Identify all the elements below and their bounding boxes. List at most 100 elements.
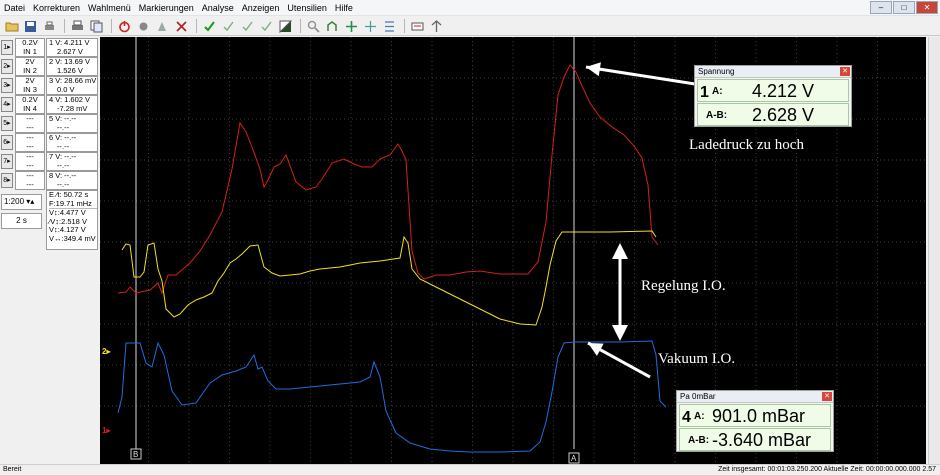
menu-datei[interactable]: Datei — [4, 3, 25, 13]
channel-4-range[interactable]: 0.2V IN 4 — [15, 95, 45, 114]
record-icon[interactable] — [135, 19, 152, 34]
scope-app-window: Datei Korrekturen Wahlmenü Markierungen … — [0, 0, 940, 475]
channel-4-b-value: -7.28 mV — [57, 103, 88, 113]
channel-5-readout: 5 V: --.-- --.-- — [46, 114, 98, 133]
channel-4-input-label: IN 4 — [23, 103, 37, 113]
annotation-arrow-boost-head — [586, 62, 601, 77]
timebase-div-field[interactable]: 2 s — [1, 213, 42, 229]
voltage-a-value: 4.212 V — [752, 81, 815, 101]
voltage-a-label: A: — [712, 86, 723, 97]
arrow-icon[interactable] — [324, 19, 341, 34]
channel-3-b-value: 0.0 V — [57, 84, 75, 94]
toolbar — [0, 17, 940, 36]
print-icon[interactable] — [69, 19, 86, 34]
bracket-icon[interactable] — [362, 19, 379, 34]
spinner-icon: ▾▴ — [26, 197, 35, 206]
pressure-a-value: 901.0 mBar — [712, 406, 806, 426]
channel-2-button[interactable]: 2▸ — [1, 59, 13, 74]
toolbar-separator — [111, 19, 112, 33]
copy-icon[interactable] — [88, 19, 105, 34]
channel-7-b-value: --.-- — [57, 160, 70, 170]
toolbar-separator — [64, 19, 65, 33]
scale-icon[interactable] — [154, 19, 171, 34]
menu-markierungen[interactable]: Markierungen — [139, 3, 194, 13]
pressure-a-label: A: — [694, 411, 705, 422]
channel-4-button[interactable]: 4▸ — [1, 97, 13, 112]
colour-icon[interactable] — [258, 19, 275, 34]
voltage-window-title-bar[interactable]: Spannung ✕ — [695, 66, 851, 78]
annotation-regulation-ok: Regelung I.O. — [641, 278, 726, 294]
channel-1-range[interactable]: 0.2V IN 1 — [15, 38, 45, 57]
voltage-a-row: 1 A: 4.212 V — [697, 79, 849, 102]
menu-analyse[interactable]: Analyse — [202, 3, 234, 13]
toolbar-separator — [404, 19, 405, 33]
cursor-info-box: E ⁄t: 50.72 s F:19.71 mHz V↕:4.477 V ⁄V↕… — [46, 190, 98, 250]
channel-1-readout: 1 V: 4.211 V 2.627 V — [46, 38, 98, 57]
channel-8-readout: 8 V: --.-- --.-- — [46, 171, 98, 190]
channel-5-button[interactable]: 5▸ — [1, 116, 13, 131]
channel-3-range[interactable]: 2V IN 3 — [15, 76, 45, 95]
channel-8-range[interactable]: --- --- — [15, 171, 45, 190]
close-button[interactable]: ✕ — [916, 1, 938, 14]
measure-icon[interactable] — [220, 19, 237, 34]
channel-5-range[interactable]: --- --- — [15, 114, 45, 133]
save-icon[interactable] — [22, 19, 39, 34]
pin-icon[interactable] — [428, 19, 445, 34]
channel-panel: 1▸ 0.2V IN 11 V: 4.211 V 2.627 V 2▸ 2V IN 22 V… — [0, 37, 100, 464]
channel-3-button[interactable]: 3▸ — [1, 78, 13, 93]
folder-icon[interactable] — [3, 19, 20, 34]
menu-anzeigen[interactable]: Anzeigen — [242, 3, 280, 13]
channel-2-input-label: IN 2 — [23, 65, 37, 75]
vertical-scrollbar[interactable] — [928, 37, 940, 464]
voltage-window-title: Spannung — [698, 67, 735, 76]
minimize-button[interactable]: – — [870, 1, 892, 14]
channel-2-readout: 2 V: 13.69 V 1.526 V — [46, 57, 98, 76]
voltage-measurement-window[interactable]: Spannung ✕ 1 A: 4.212 V A-B: 2.628 V — [694, 65, 852, 127]
math-icon[interactable] — [381, 19, 398, 34]
channel-5-b-value: --.-- — [57, 122, 70, 132]
cursor-v4: V↔:349.4 mV — [49, 233, 96, 243]
channel-6-range[interactable]: --- --- — [15, 133, 45, 152]
timebase-ratio-select[interactable]: 1:200 ▾▴ — [1, 194, 42, 210]
annotation-vacuum-ok: Vakuum I.O. — [658, 351, 736, 367]
pressure-window-title-bar[interactable]: Pa 0mBar ✕ — [677, 391, 833, 403]
status-time-info: Zeit insgesamt: 00:01:03.250.200 Aktuell… — [718, 466, 936, 473]
cursor-frequency: F:19.71 mHz — [49, 198, 92, 208]
toolbar-separator — [300, 19, 301, 33]
menu-korrekturen[interactable]: Korrekturen — [33, 3, 80, 13]
channel-1-marker: 1▸ — [102, 426, 111, 435]
maximize-button[interactable]: □ — [893, 1, 915, 14]
channel-7-range[interactable]: --- --- — [15, 152, 45, 171]
channel-1-input-label: IN 1 — [23, 46, 37, 56]
settings-icon[interactable] — [409, 19, 426, 34]
channel-2-range[interactable]: 2V IN 2 — [15, 57, 45, 76]
channel-3-input-label: IN 3 — [23, 84, 37, 94]
channel-7-input-label: --- — [26, 160, 34, 170]
loupe-icon[interactable] — [277, 19, 294, 34]
crosshair-icon[interactable] — [343, 19, 360, 34]
pressure-ab-row: A-B: -3.640 mBar — [679, 428, 831, 451]
print-setup-icon[interactable] — [41, 19, 58, 34]
cursor-icon[interactable] — [239, 19, 256, 34]
voltage-ab-label: A-B: — [706, 110, 728, 121]
menu-wahlmenu[interactable]: Wahlmenü — [88, 3, 131, 13]
channel-7-button[interactable]: 7▸ — [1, 154, 13, 169]
pressure-measurement-window[interactable]: Pa 0mBar ✕ 4 A: 901.0 mBar A-B: -3.640 m… — [676, 390, 834, 452]
status-bar: Bereit Zeit insgesamt: 00:01:03.250.200 … — [0, 464, 940, 475]
filter-icon[interactable] — [305, 19, 322, 34]
channel-6-b-value: --.-- — [57, 141, 70, 151]
close-icon[interactable]: ✕ — [840, 67, 850, 76]
menu-hilfe[interactable]: Hilfe — [335, 3, 353, 13]
check-icon[interactable] — [201, 19, 218, 34]
status-ready: Bereit — [3, 466, 22, 473]
power-icon[interactable] — [116, 19, 133, 34]
channel-6-button[interactable]: 6▸ — [1, 135, 13, 150]
menu-utensilien[interactable]: Utensilien — [287, 3, 327, 13]
close-icon[interactable]: ✕ — [822, 392, 832, 401]
channel-1-button[interactable]: 1▸ — [1, 40, 13, 55]
channel-8-button[interactable]: 8▸ — [1, 173, 13, 188]
cut-icon[interactable] — [173, 19, 190, 34]
toolbar-separator — [196, 19, 197, 33]
cursor-b-label: B — [133, 450, 138, 459]
annotation-double-arrow-bottom — [612, 325, 628, 341]
